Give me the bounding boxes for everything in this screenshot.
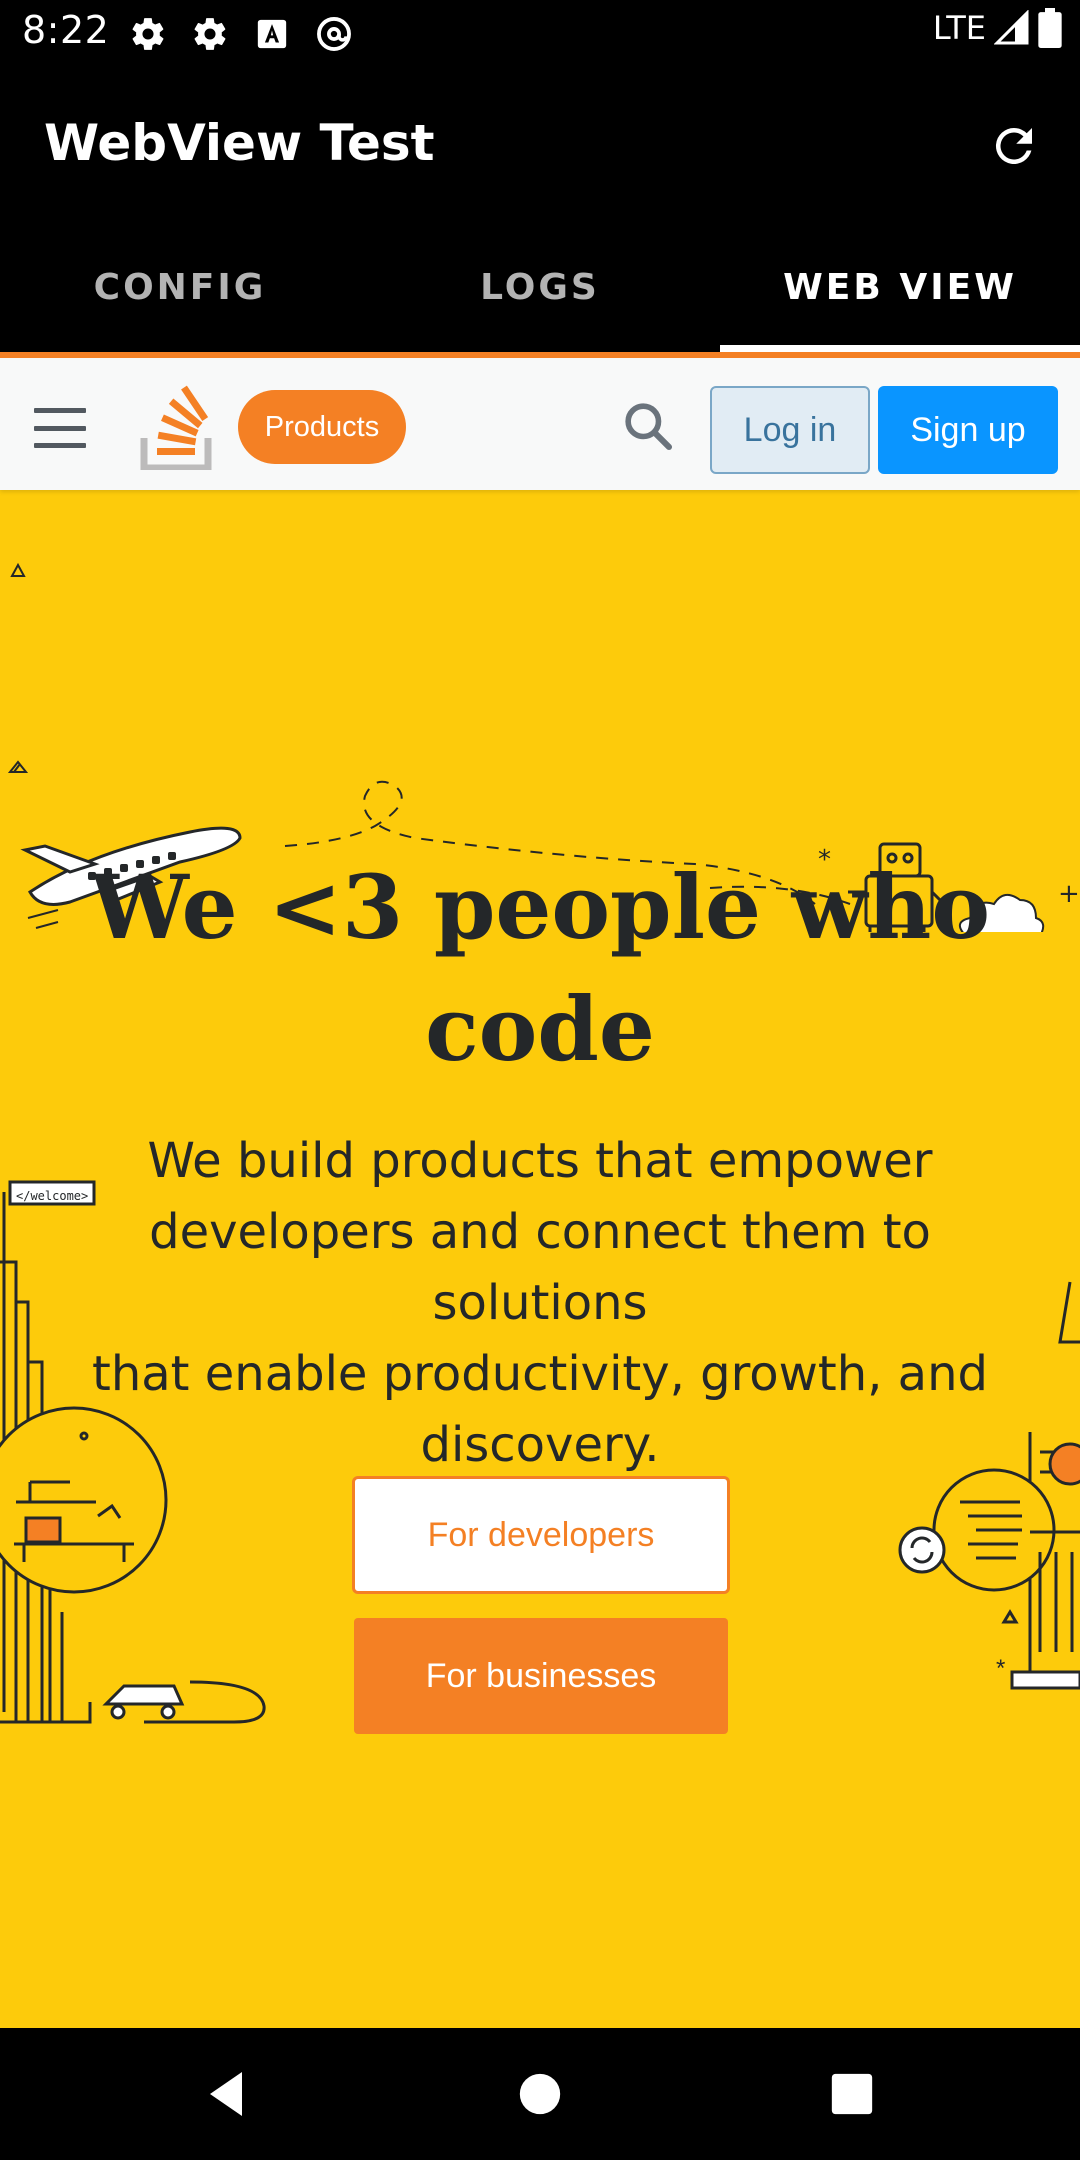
svg-text:+: + — [1058, 879, 1080, 909]
svg-text:*: * — [996, 1655, 1005, 1682]
settings-icon — [124, 10, 172, 58]
hero-subtitle: We build products that empower developer… — [50, 1126, 1030, 1481]
battery-icon — [1038, 8, 1062, 48]
hero-subtitle-line: We build products that empower — [147, 1133, 933, 1189]
status-right-icons: LTE — [933, 8, 1062, 48]
hero-subtitle-line: discovery. — [420, 1417, 660, 1473]
home-icon — [519, 2073, 561, 2115]
login-button[interactable]: Log in — [710, 386, 870, 474]
status-bar: 8:22 LTE — [0, 0, 1080, 66]
refresh-button[interactable] — [982, 114, 1046, 178]
home-button[interactable] — [510, 2064, 570, 2124]
for-businesses-button[interactable]: For businesses — [354, 1618, 728, 1734]
settings-icon — [186, 10, 234, 58]
tab-web-view[interactable]: WEB VIEW — [720, 222, 1080, 352]
web-view-content[interactable]: Products Log in Sign up * + </welcome> *… — [0, 352, 1080, 2028]
hamburger-icon[interactable] — [34, 408, 86, 448]
tab-logs[interactable]: LOGS — [360, 222, 720, 352]
recents-icon — [831, 2073, 873, 2115]
app-title: WebView Test — [44, 114, 435, 172]
back-icon — [210, 2072, 242, 2116]
hero-subtitle-line: developers and connect them to solutions — [149, 1204, 931, 1331]
status-notification-icons — [124, 10, 358, 58]
back-button[interactable] — [196, 2064, 256, 2124]
hero-title-line-1: We <3 people who — [89, 855, 991, 959]
app-bar: WebView Test — [0, 66, 1080, 222]
at-icon — [310, 10, 358, 58]
hero-title: We <3 people who code — [60, 846, 1020, 1090]
tab-bar: CONFIG LOGS WEB VIEW — [0, 222, 1080, 352]
hero-title-line-2: code — [425, 977, 655, 1081]
for-developers-button[interactable]: For developers — [352, 1476, 730, 1594]
network-type: LTE — [932, 9, 986, 47]
triangle-decoration — [10, 562, 26, 578]
signup-button[interactable]: Sign up — [878, 386, 1058, 474]
tab-config[interactable]: CONFIG — [0, 222, 360, 352]
stack-overflow-logo[interactable] — [140, 384, 216, 470]
refresh-icon — [995, 127, 1032, 164]
search-icon[interactable] — [620, 398, 676, 454]
a-box-icon — [248, 10, 296, 58]
signal-icon — [994, 10, 1029, 45]
recents-button[interactable] — [822, 2064, 882, 2124]
system-nav-bar — [0, 2028, 1080, 2160]
products-button[interactable]: Products — [238, 390, 406, 464]
status-time: 8:22 — [22, 8, 110, 52]
site-header: Products Log in Sign up — [0, 352, 1080, 490]
hero-subtitle-line: that enable productivity, growth, and — [92, 1346, 988, 1402]
